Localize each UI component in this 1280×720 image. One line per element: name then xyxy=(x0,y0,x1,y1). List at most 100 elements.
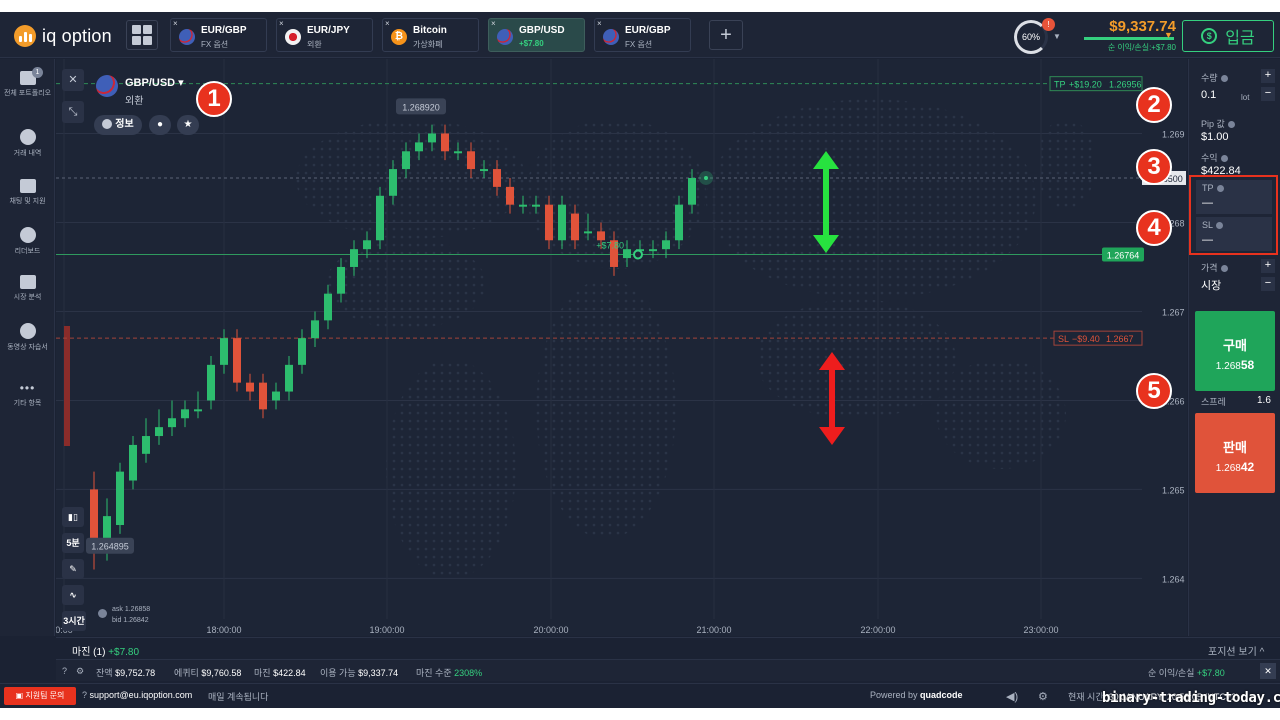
amount-plus-button[interactable]: + xyxy=(1261,69,1275,83)
sidebar-item-chat[interactable]: 채팅 및 지원 xyxy=(0,179,55,206)
bell-icon[interactable]: ● xyxy=(149,115,171,135)
sidebar-item-tutorials[interactable]: 동영상 자습서 xyxy=(0,323,55,352)
asset-tab-eur-jpy[interactable]: × EUR/JPY 외환 xyxy=(276,18,373,52)
close-icon[interactable]: × xyxy=(597,19,602,28)
live-price-dot xyxy=(704,175,708,180)
sl-field[interactable]: SL — xyxy=(1196,217,1272,251)
sell-button[interactable]: 판매 1.26842 xyxy=(1195,413,1275,493)
chevron-down-icon[interactable]: ▼ xyxy=(1053,32,1061,41)
gear-icon[interactable]: ⚙ xyxy=(76,666,84,677)
sell-label: 판매 xyxy=(1223,440,1247,455)
add-tab-button[interactable]: + xyxy=(709,20,743,50)
asset-tab-eur-gbp-2[interactable]: × EUR/GBP FX 옵션 xyxy=(594,18,691,52)
star-icon[interactable]: ★ xyxy=(177,115,199,135)
pencil-icon[interactable]: ✎ xyxy=(62,559,84,579)
positions-bar: 마진 (1) +$7.80 포지션 보기 ^ xyxy=(56,637,1280,659)
sidebar-item-history[interactable]: 거래 내역 xyxy=(0,129,55,158)
price-chart[interactable]: 1.2691.2681.2671.2661.2651.2640:0018:00:… xyxy=(56,59,1187,636)
period-button[interactable]: 3시간 xyxy=(62,611,86,631)
tab-name: GBP/USD xyxy=(519,25,565,36)
spread-value: 1.6 xyxy=(1257,395,1271,406)
x-tick-label: 20:00:00 xyxy=(533,625,568,635)
annotation-3: 3 xyxy=(1136,149,1172,185)
close-icon[interactable]: ✕ xyxy=(1260,663,1276,679)
buy-price: 1.26858 xyxy=(1215,358,1255,372)
amount-unit: lot xyxy=(1241,93,1250,102)
help-icon[interactable] xyxy=(98,609,107,618)
candle xyxy=(675,204,683,241)
help-icon xyxy=(1216,222,1224,230)
support-button[interactable]: ▣ 지원팀 문의 xyxy=(4,687,76,705)
candle xyxy=(493,169,501,187)
view-positions-button[interactable]: 포지션 보기 ^ xyxy=(1208,643,1264,658)
sidebar-item-leaderboard[interactable]: 리더보드 xyxy=(0,227,55,256)
close-icon[interactable]: × xyxy=(279,19,284,28)
sidebar-item-analysis[interactable]: 시장 분석 xyxy=(0,275,55,302)
low-label: 1.264895 xyxy=(91,542,129,552)
sidebar-item-more[interactable]: ••• 기타 항목 xyxy=(0,381,55,408)
info-button[interactable]: 정보 xyxy=(94,115,142,135)
asset-tab-gbp-usd[interactable]: × GBP/USD +$7.80 xyxy=(488,18,585,52)
logo-icon xyxy=(14,25,36,47)
watermark: binary-trading-today.com xyxy=(1102,690,1280,706)
balance-display[interactable]: $9,337.74 순 이익/손실:+$7.80 xyxy=(1076,18,1176,53)
price-type[interactable]: 시장 xyxy=(1201,277,1221,293)
entry-tag-price: 1.26764 xyxy=(1107,251,1140,261)
spread-label: 스프레 xyxy=(1201,397,1226,407)
close-icon[interactable]: × xyxy=(385,19,390,28)
ask-price: ask 1.26858 xyxy=(112,606,151,613)
amount-input[interactable]: 0.1 xyxy=(1201,89,1216,101)
help-icon: ? xyxy=(82,690,88,700)
close-chart-button[interactable]: ✕ xyxy=(62,69,84,91)
deposit-button[interactable]: $ 입금 xyxy=(1182,20,1274,52)
help-icon[interactable]: ? xyxy=(62,666,67,676)
chart-area[interactable]: 1.2691.2681.2671.2661.2651.2640:0018:00:… xyxy=(56,59,1187,636)
asset-name[interactable]: GBP/USD ▾ xyxy=(125,76,184,89)
candle xyxy=(194,409,202,412)
info-icon xyxy=(102,119,113,130)
candle xyxy=(480,169,488,172)
volume-icon[interactable]: ◀) xyxy=(1006,690,1018,703)
indicator-icon[interactable]: ∿ xyxy=(62,585,84,605)
margin-positions-tab[interactable]: 마진 (1) +$7.80 xyxy=(72,643,139,658)
asset-tab-bitcoin[interactable]: × ₿ Bitcoin 가상화폐 xyxy=(382,18,479,52)
timeframe-button[interactable]: 5분 xyxy=(62,533,84,553)
candle xyxy=(337,266,345,294)
candle xyxy=(298,338,306,365)
buy-button[interactable]: 구매 1.26858 xyxy=(1195,311,1275,391)
asset-tab-eur-gbp[interactable]: × EUR/GBP FX 옵션 xyxy=(170,18,267,52)
sidebar-item-portfolio[interactable]: 1 전체 포트폴리오 xyxy=(0,67,55,98)
tp-field[interactable]: TP — xyxy=(1196,180,1272,214)
annotation-5: 5 xyxy=(1136,373,1172,409)
tab-subtitle: 외환 xyxy=(307,40,322,49)
candle xyxy=(389,169,397,196)
amount-minus-button[interactable]: − xyxy=(1261,87,1275,101)
bitcoin-icon: ₿ xyxy=(391,29,407,45)
margin-stat: 마진 $422.84 xyxy=(254,668,306,678)
annotation-4: 4 xyxy=(1136,210,1172,246)
candle xyxy=(181,409,189,419)
sidebar-item-label: 리더보드 xyxy=(14,248,41,255)
help-icon xyxy=(1220,265,1228,273)
price-plus-button[interactable]: + xyxy=(1261,259,1275,273)
candle xyxy=(116,471,124,526)
candles-icon[interactable]: ▮▯ xyxy=(62,507,84,527)
red-arrow-head-down xyxy=(819,427,845,445)
bid-price: bid 1.26842 xyxy=(112,617,149,624)
logo[interactable]: iq option xyxy=(14,25,112,47)
candle xyxy=(207,364,215,401)
price-minus-button[interactable]: − xyxy=(1261,277,1275,291)
high-label: 1.268920 xyxy=(402,102,440,112)
close-icon[interactable]: × xyxy=(491,19,496,28)
close-icon[interactable]: × xyxy=(173,19,178,28)
collapse-icon[interactable]: ⤡ xyxy=(62,101,84,123)
gear-icon[interactable]: ⚙ xyxy=(1038,690,1048,703)
asset-grid-button[interactable] xyxy=(126,20,158,50)
analysis-icon xyxy=(19,275,36,289)
chevron-down-icon[interactable]: ▼ xyxy=(1164,30,1173,40)
sl-label: SL xyxy=(1202,220,1224,230)
candle xyxy=(142,436,150,454)
support-email[interactable]: ? support@eu.iqoption.com xyxy=(82,690,192,700)
candle xyxy=(467,151,475,170)
tp-label: TP xyxy=(1202,183,1224,193)
